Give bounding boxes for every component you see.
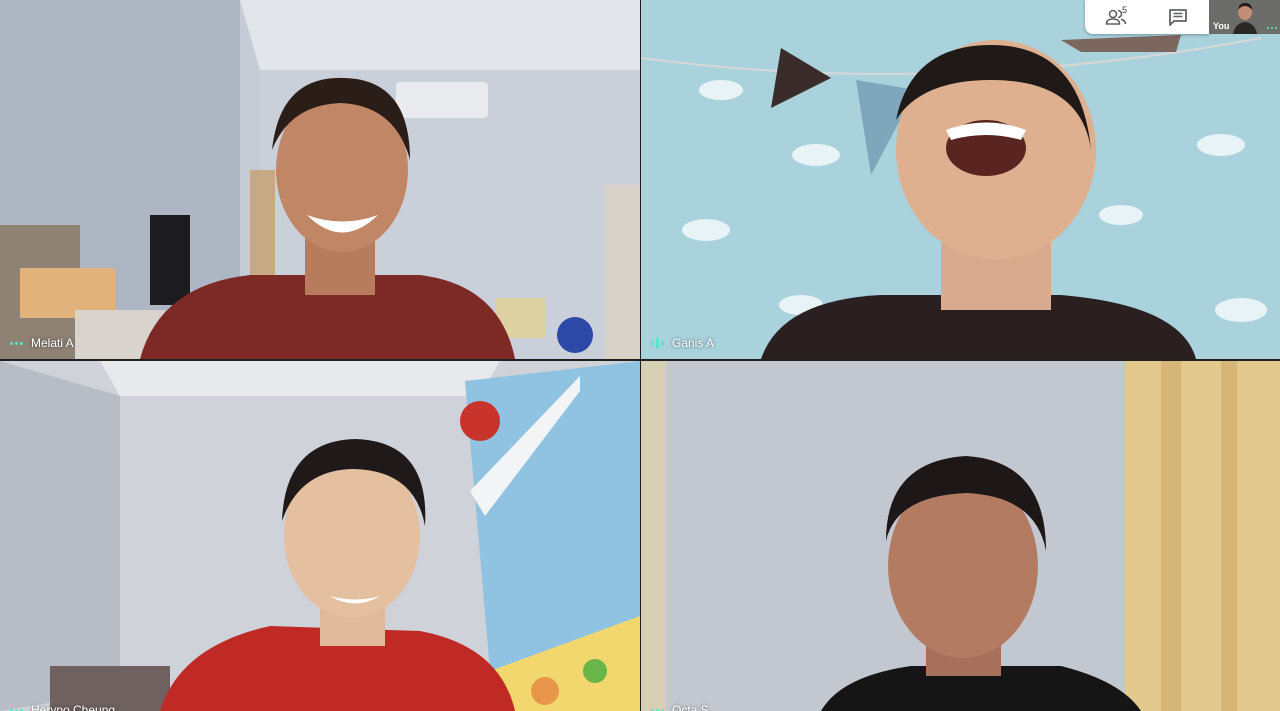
participant-tile-ganis[interactable]: Ganis A: [641, 0, 1280, 359]
participant-name: Octa S: [672, 703, 709, 711]
dots-icon: [10, 341, 23, 345]
participant-tile-melati[interactable]: Melati A: [0, 0, 640, 359]
people-count: 5: [1122, 5, 1128, 15]
video-feed: [0, 361, 640, 711]
people-button[interactable]: 5: [1085, 0, 1147, 34]
participant-name-tag: Melati A: [10, 336, 74, 350]
participant-name: Ganis A: [672, 336, 715, 350]
participant-name-tag: Heryno Cheung: [10, 703, 115, 711]
participant-name-tag: Ganis A: [651, 336, 714, 350]
self-label: You: [1213, 21, 1230, 31]
speaking-icon: [651, 337, 664, 349]
meeting-grid: Melati A Ganis A Heryno Cheung Octa S 5 …: [0, 0, 1280, 711]
panel-buttons: 5: [1085, 0, 1209, 34]
participant-name: Heryno Cheung: [31, 703, 116, 711]
top-right-panel: 5 You: [1085, 0, 1280, 34]
dots-icon: [1267, 27, 1277, 29]
video-feed: [0, 0, 640, 359]
self-view-thumbnail[interactable]: You: [1209, 0, 1280, 34]
video-feed: [641, 361, 1280, 711]
participant-tile-octa[interactable]: Octa S: [641, 361, 1280, 711]
video-feed: [641, 0, 1280, 359]
participant-tile-heryno[interactable]: Heryno Cheung: [0, 361, 640, 711]
participant-name: Melati A: [31, 336, 74, 350]
participant-name-tag: Octa S: [651, 703, 709, 711]
chat-button[interactable]: [1147, 0, 1209, 34]
chat-icon: [1169, 9, 1187, 26]
